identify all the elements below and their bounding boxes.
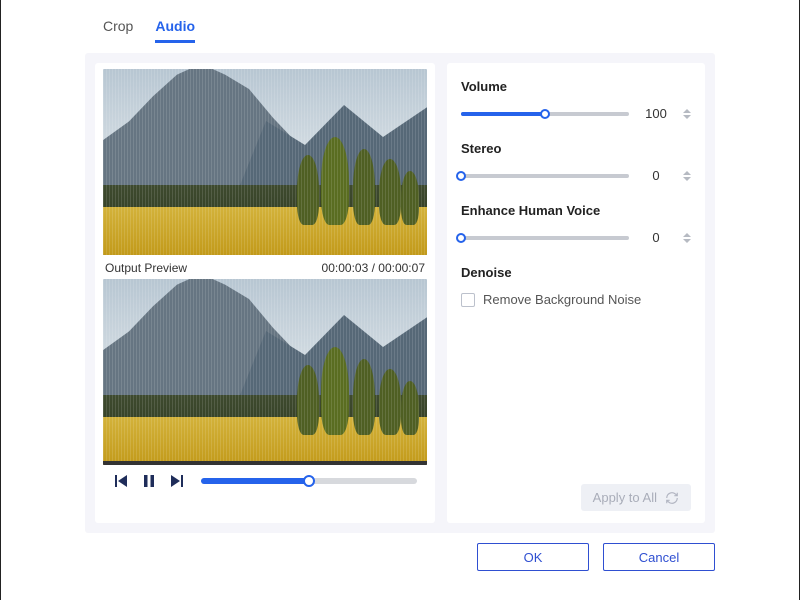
volume-group: Volume 100 <box>461 79 691 121</box>
denoise-label: Denoise <box>461 265 691 280</box>
enhance-voice-label: Enhance Human Voice <box>461 203 691 218</box>
volume-slider[interactable] <box>461 112 629 116</box>
remove-noise-checkbox[interactable] <box>461 293 475 307</box>
playback-controls <box>103 465 427 489</box>
enhance-voice-value: 0 <box>639 230 673 245</box>
chevron-up-icon[interactable] <box>683 109 691 113</box>
stereo-label: Stereo <box>461 141 691 156</box>
editor-window: Crop Audio Output Preview 00:00:03 / 00:… <box>0 0 800 600</box>
enhance-voice-slider[interactable] <box>461 236 629 240</box>
chevron-up-icon[interactable] <box>683 171 691 175</box>
chevron-up-icon[interactable] <box>683 233 691 237</box>
enhance-voice-group: Enhance Human Voice 0 <box>461 203 691 245</box>
stereo-value: 0 <box>639 168 673 183</box>
volume-value: 100 <box>639 106 673 121</box>
audio-settings-column: Volume 100 Stereo <box>447 63 705 523</box>
ok-button[interactable]: OK <box>477 543 589 571</box>
seek-slider[interactable] <box>201 478 417 484</box>
refresh-icon <box>665 491 679 505</box>
tab-crop[interactable]: Crop <box>103 18 133 43</box>
output-preview-label: Output Preview <box>105 261 187 275</box>
tabs: Crop Audio <box>85 0 715 49</box>
main-panel: Output Preview 00:00:03 / 00:00:07 <box>85 53 715 533</box>
dialog-footer: OK Cancel <box>85 533 715 571</box>
next-frame-button[interactable] <box>169 473 185 489</box>
volume-stepper[interactable] <box>683 109 691 119</box>
output-preview <box>103 279 427 465</box>
chevron-down-icon[interactable] <box>683 177 691 181</box>
tab-audio[interactable]: Audio <box>155 18 195 43</box>
volume-label: Volume <box>461 79 691 94</box>
apply-to-all-label: Apply to All <box>593 490 657 505</box>
prev-frame-button[interactable] <box>113 473 129 489</box>
pause-button[interactable] <box>141 473 157 489</box>
preview-column: Output Preview 00:00:03 / 00:00:07 <box>95 63 435 523</box>
chevron-down-icon[interactable] <box>683 239 691 243</box>
denoise-group: Denoise Remove Background Noise <box>461 265 691 307</box>
apply-to-all-button[interactable]: Apply to All <box>581 484 691 511</box>
preview-info-row: Output Preview 00:00:03 / 00:00:07 <box>103 255 427 279</box>
cancel-button[interactable]: Cancel <box>603 543 715 571</box>
source-preview <box>103 69 427 255</box>
preview-scrub-bar[interactable] <box>103 461 427 465</box>
remove-noise-label: Remove Background Noise <box>483 292 641 307</box>
chevron-down-icon[interactable] <box>683 115 691 119</box>
enhance-voice-stepper[interactable] <box>683 233 691 243</box>
stereo-group: Stereo 0 <box>461 141 691 183</box>
preview-time: 00:00:03 / 00:00:07 <box>322 261 425 275</box>
stereo-stepper[interactable] <box>683 171 691 181</box>
stereo-slider[interactable] <box>461 174 629 178</box>
